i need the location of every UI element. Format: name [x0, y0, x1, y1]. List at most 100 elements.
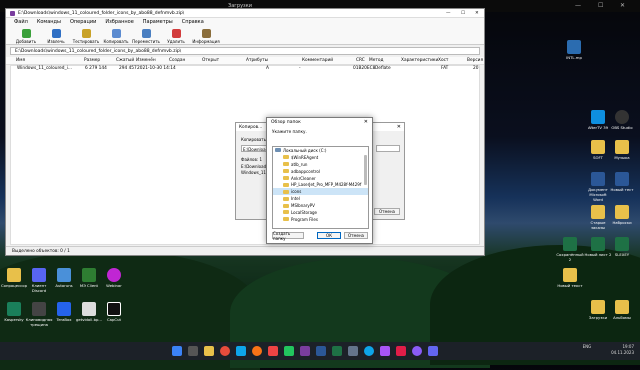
excel-icon[interactable]	[332, 346, 342, 356]
tree-item[interactable]: $WinREAgent	[273, 154, 368, 161]
desktop-icon[interactable]: Сопроцессор	[0, 268, 28, 288]
desktop-icon[interactable]: SLEXEY	[608, 237, 636, 257]
browser-icon[interactable]	[220, 346, 230, 356]
desktop-icon[interactable]: Наброски	[608, 205, 636, 225]
viber-icon[interactable]	[412, 346, 422, 356]
tree-item[interactable]: HP_LaserJet_Pro_MFP_M428f-M429f	[273, 181, 368, 188]
winrar-icon[interactable]	[300, 346, 310, 356]
file-icon	[82, 302, 96, 316]
desktop-icon[interactable]: INTL.mp	[560, 40, 588, 60]
desktop-icon[interactable]: Музыка	[608, 140, 636, 160]
app-icon[interactable]	[268, 346, 278, 356]
menu-file[interactable]: Файл	[14, 19, 28, 25]
close-icon[interactable]: ✕	[475, 11, 479, 16]
tree-item[interactable]: AnkrCleaner	[273, 175, 368, 182]
maximize-icon[interactable]: ☐	[598, 2, 603, 9]
col-crc[interactable]: CRC	[356, 58, 365, 63]
col-method[interactable]: Метод	[369, 58, 383, 63]
move-button[interactable]: Переместить	[132, 29, 160, 44]
word-icon[interactable]	[316, 346, 326, 356]
create-folder-button[interactable]: Создать папку	[272, 231, 304, 241]
cancel-button[interactable]: Отмена	[344, 232, 368, 239]
col-packed[interactable]: Сжатый	[116, 58, 134, 63]
tree-scrollbar[interactable]	[364, 155, 367, 185]
desktop-icon[interactable]: Клиент Discord	[25, 268, 53, 293]
extract-button[interactable]: Извлечь	[44, 29, 68, 44]
desktop-icon[interactable]: Kaspersky	[0, 302, 28, 322]
desktop-icon-label: Документ Microsoft Word	[588, 187, 608, 202]
menu-options[interactable]: Параметры	[143, 19, 173, 25]
desktop-icon[interactable]: Webinar	[100, 268, 128, 288]
folder-icon	[591, 205, 605, 219]
desktop-icon[interactable]: МЭ Client	[75, 268, 103, 288]
app-icon[interactable]	[284, 346, 294, 356]
desktop-icon[interactable]: Новый текст	[556, 268, 584, 288]
telegram-icon[interactable]	[364, 346, 374, 356]
col-version[interactable]: Версия	[467, 58, 483, 63]
clock-date[interactable]: 04.11.2023	[611, 350, 634, 355]
clock-time[interactable]: 19:07	[622, 344, 634, 349]
tree-item[interactable]: MSIbnaryPV	[273, 202, 368, 209]
close-icon[interactable]: ✕	[364, 119, 368, 125]
col-characteristics[interactable]: Характеристики	[401, 58, 438, 63]
menu-help[interactable]: Справка	[182, 19, 204, 25]
app-icon[interactable]	[348, 346, 358, 356]
app-icon[interactable]	[396, 346, 406, 356]
app-icon[interactable]	[252, 346, 262, 356]
desktop-icon[interactable]: getvidoll.bp...	[75, 302, 103, 322]
copy-path-field[interactable]: E:\Downloads\	[241, 145, 272, 152]
tree-item[interactable]: Program Files	[273, 216, 368, 223]
col-opened[interactable]: Открыт	[202, 58, 219, 63]
browse-folder-dialog: Обзор папок ✕ Укажите папку. Локальный ди…	[266, 117, 373, 244]
desktop-icon[interactable]: OBS Studio	[608, 110, 636, 130]
search-icon[interactable]	[188, 346, 198, 356]
close-icon[interactable]: ✕	[397, 124, 401, 130]
desktop-icon[interactable]: Autoruns	[50, 268, 78, 288]
desktop-icon[interactable]: Клиновидная трещина	[25, 302, 53, 327]
col-comment[interactable]: Комментарий	[302, 58, 333, 63]
col-attributes[interactable]: Атрибуты	[246, 58, 268, 63]
ok-button[interactable]: ОК	[317, 232, 341, 239]
col-name[interactable]: Имя	[16, 58, 25, 63]
path-bar[interactable]: E:\Downloads\windows_11_coloured_folder_…	[10, 47, 480, 55]
close-icon[interactable]: ✕	[620, 2, 625, 9]
cancel-button[interactable]: Отмена	[374, 208, 400, 215]
info-button[interactable]: Информация	[192, 29, 220, 44]
minimize-icon[interactable]: —	[575, 2, 581, 9]
desktop-icon[interactable]: TeraBox	[50, 302, 78, 322]
desktop-icon[interactable]: Альбомы	[608, 300, 636, 320]
desktop-icon-label: Сопроцессор	[0, 283, 28, 288]
language-indicator[interactable]: ENG	[583, 344, 592, 349]
copy-button[interactable]: Копировать	[104, 29, 129, 44]
maximize-icon[interactable]: ☐	[461, 11, 465, 16]
col-created[interactable]: Создан	[169, 58, 185, 63]
browse-field[interactable]	[376, 145, 400, 152]
edge-icon[interactable]	[236, 346, 246, 356]
menu-favorites[interactable]: Избранное	[105, 19, 133, 25]
col-modified[interactable]: Изменён	[136, 58, 156, 63]
start-icon[interactable]	[172, 346, 182, 356]
delete-button[interactable]: Удалить	[164, 29, 188, 44]
add-button[interactable]: Добавить	[14, 29, 38, 44]
explorer-icon[interactable]	[204, 346, 214, 356]
tree-item[interactable]: Локальный диск (C:)	[273, 147, 368, 154]
tree-item[interactable]: atlb_run	[273, 161, 368, 168]
tree-item[interactable]: LocalStorage	[273, 209, 368, 216]
app-icon[interactable]	[428, 346, 438, 356]
minimize-icon[interactable]: —	[446, 11, 451, 16]
menu-operations[interactable]: Операции	[70, 19, 96, 25]
discord-icon	[32, 268, 46, 282]
col-host[interactable]: Хост	[438, 58, 448, 63]
app-icon[interactable]	[380, 346, 390, 356]
desktop-icon[interactable]: Новый тест	[608, 172, 636, 192]
menu-commands[interactable]: Команды	[37, 19, 61, 25]
desktop-icon[interactable]: Сохранённый 2	[556, 237, 584, 262]
tree-item[interactable]: Intel	[273, 195, 368, 202]
copy-icon	[111, 29, 121, 38]
col-size[interactable]: Размер	[84, 58, 100, 63]
table-row[interactable]: Windows_11_coloured_i... 6 279 144 294 4…	[11, 66, 479, 74]
desktop-icon[interactable]: CapCut	[100, 302, 128, 322]
tree-item[interactable]: adbappcontrol	[273, 168, 368, 175]
test-button[interactable]: Тестировать	[73, 29, 99, 44]
tree-item-selected[interactable]: icons	[273, 188, 368, 196]
